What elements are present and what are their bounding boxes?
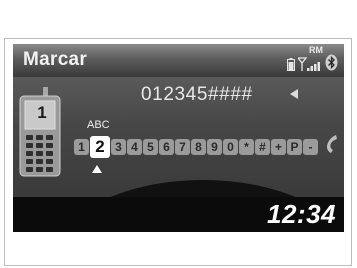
dial-area: 1 012345#### ABC 1 2 3 4 5 6 7 8 9 0 * #… [13,77,344,197]
title-bar: Marcar RM [13,44,344,77]
screen-title: Marcar [23,49,88,70]
key-hash[interactable]: # [255,139,270,155]
battery-icon [287,58,295,71]
bluetooth-icon [325,54,338,71]
key-0[interactable]: 0 [223,139,238,155]
bottom-bar: 12:34 [13,197,344,232]
key-star[interactable]: * [239,139,254,155]
backspace-icon[interactable] [290,89,298,99]
key-2-selected[interactable]: 2 [90,136,110,158]
phone-screen: Marcar RM 1 012345#### ABC 1 2 3 4 5 6 7… [13,44,344,232]
clock: 12:34 [267,199,336,229]
key-pause[interactable]: P [287,139,302,155]
key-7[interactable]: 7 [175,139,190,155]
key-8[interactable]: 8 [191,139,206,155]
phone-icon [19,87,61,177]
key-9[interactable]: 9 [207,139,222,155]
phone-line-number: 1 [37,103,47,122]
key-plus[interactable]: + [271,139,286,155]
key-dash[interactable]: - [303,139,318,155]
decorative-arc [53,180,344,197]
key-3[interactable]: 3 [111,139,126,155]
dial-keypad: 1 2 3 4 5 6 7 8 9 0 * # + P - [74,136,318,158]
selection-cursor [92,165,102,173]
signal-icon [298,57,320,71]
key-4[interactable]: 4 [127,139,142,155]
dialed-number: 012345#### [141,84,253,105]
letters-hint: ABC [87,119,110,131]
key-5[interactable]: 5 [143,139,158,155]
key-1[interactable]: 1 [74,139,89,155]
call-handset-icon[interactable] [324,134,340,154]
status-icons [287,49,338,71]
key-6[interactable]: 6 [159,139,174,155]
